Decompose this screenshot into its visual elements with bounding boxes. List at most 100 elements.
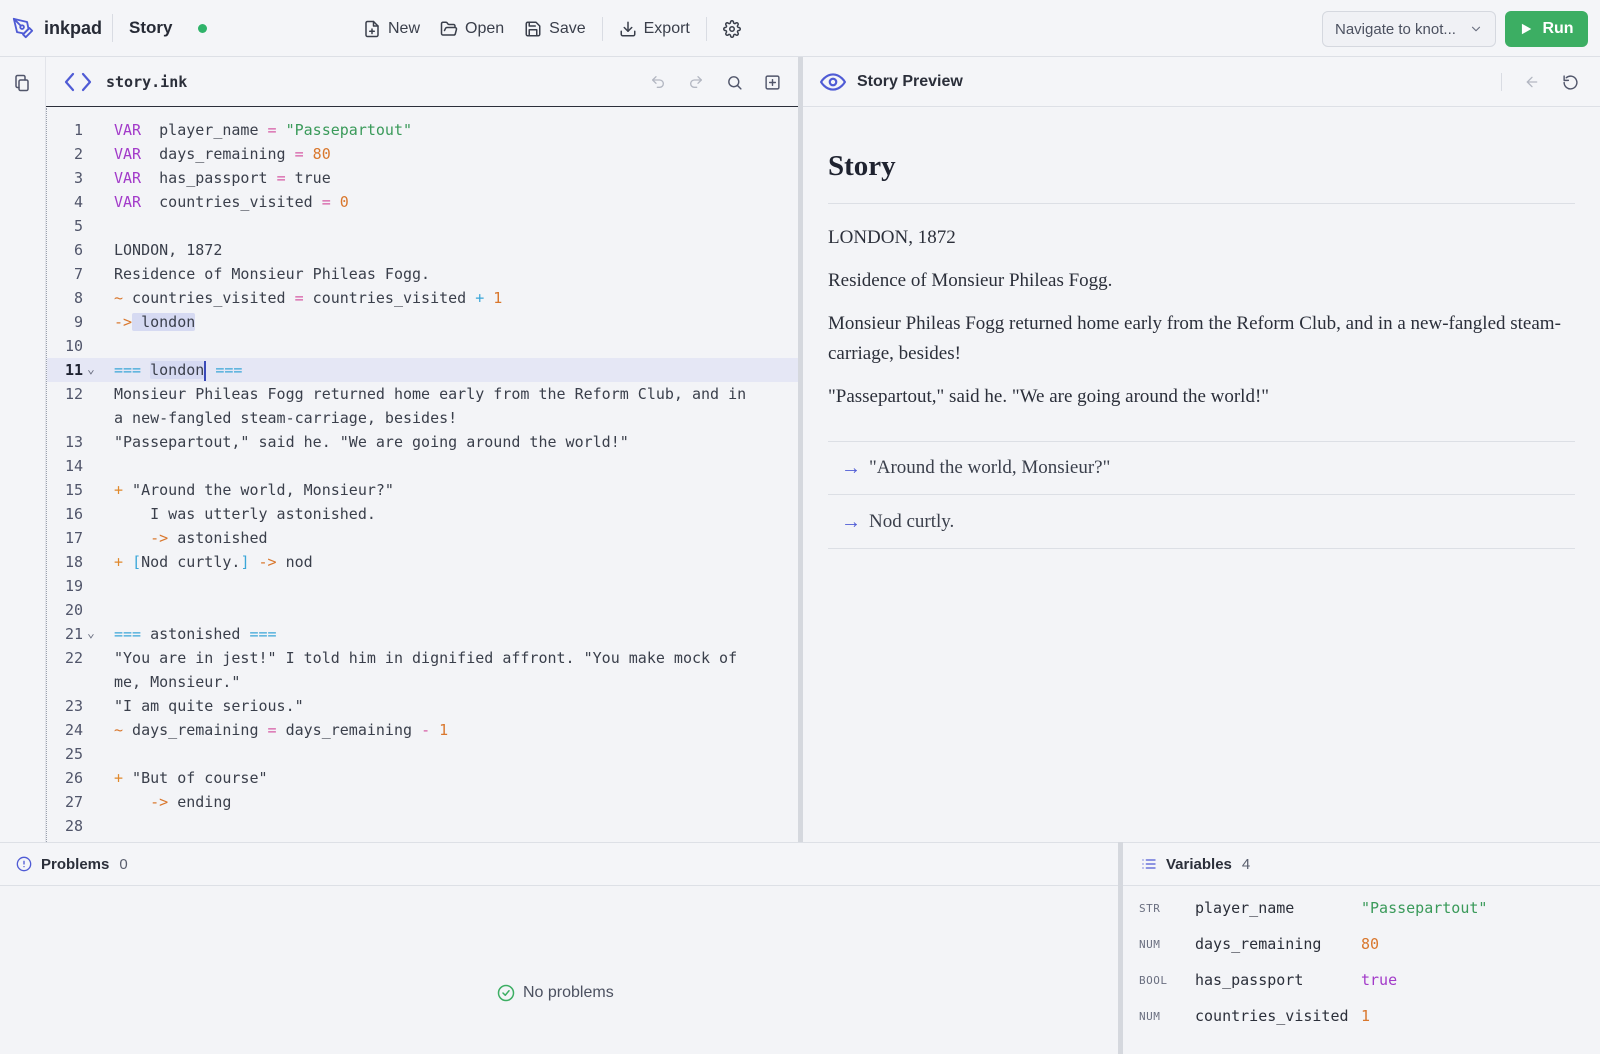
code-line[interactable]: 15 + "Around the world, Monsieur?" <box>47 478 798 502</box>
code-token: + <box>114 481 124 499</box>
code-line[interactable]: 10 <box>47 334 798 358</box>
code-token: VAR <box>114 145 142 163</box>
code-line[interactable]: 9 -> london <box>47 310 798 334</box>
insert-button[interactable] <box>756 66 788 98</box>
code-token: === <box>215 361 243 379</box>
code-line[interactable]: 26 + "But of course" <box>47 766 798 790</box>
code-line[interactable]: 8 ~ countries_visited = countries_visited… <box>47 286 798 310</box>
open-button[interactable]: Open <box>430 11 514 47</box>
code-line[interactable]: 12 Monsieur Phileas Fogg returned home ea… <box>47 382 798 406</box>
file-name: story.ink <box>106 72 188 91</box>
story-choice[interactable]: → "Around the world, Monsieur?" <box>828 442 1575 495</box>
story-choice[interactable]: → Nod curtly. <box>828 496 1575 549</box>
files-icon[interactable] <box>13 74 31 92</box>
redo-button[interactable] <box>680 66 712 98</box>
undo-button[interactable] <box>642 66 674 98</box>
code-text: VAR has_passport = true <box>114 166 331 190</box>
code-line[interactable]: 4 VAR countries_visited = 0 <box>47 190 798 214</box>
line-number: 24 <box>64 721 83 739</box>
code-line[interactable]: 22 "You are in jest!" I told him in digni… <box>47 646 798 670</box>
code-line[interactable]: 3 VAR has_passport = true <box>47 166 798 190</box>
code-token: === <box>114 625 142 643</box>
variable-row[interactable]: BOOL has_passport true <box>1139 968 1397 992</box>
code-line[interactable]: 14 <box>47 454 798 478</box>
code-line[interactable]: 20 <box>47 598 798 622</box>
code-line[interactable]: 21 ⌄ === astonished === <box>47 622 798 646</box>
code-text: === london === <box>114 358 242 382</box>
code-line[interactable]: 1 VAR player_name = "Passepartout" <box>47 118 798 142</box>
line-number: 2 <box>73 145 83 163</box>
variable-row[interactable]: NUM countries_visited 1 <box>1139 1004 1370 1028</box>
code-line[interactable]: 7 Residence of Monsieur Phileas Fogg. <box>47 262 798 286</box>
fold-chevron-icon[interactable]: ⌄ <box>87 358 95 382</box>
story-name[interactable]: Story <box>129 18 172 38</box>
code-token: london <box>150 361 205 379</box>
code-text: VAR countries_visited = 0 <box>114 190 349 214</box>
code-line[interactable]: 19 <box>47 574 798 598</box>
line-number: 8 <box>73 289 83 307</box>
code-text: -> ending <box>114 790 231 814</box>
story-preview: Story LONDON, 1872 Residence of Monsieur… <box>803 108 1600 842</box>
line-number: 17 <box>64 529 83 547</box>
code-line[interactable]: 24 ~ days_remaining = days_remaining - 1 <box>47 718 798 742</box>
preview-actions <box>1501 57 1586 107</box>
choice-label: "Around the world, Monsieur?" <box>869 457 1111 478</box>
code-line[interactable]: 2 VAR days_remaining = 80 <box>47 142 798 166</box>
navigate-to-knot-select[interactable]: Navigate to knot... <box>1322 11 1496 47</box>
variable-value: "Passepartout" <box>1361 899 1488 917</box>
line-number: 22 <box>64 649 83 667</box>
settings-button[interactable] <box>713 11 751 47</box>
new-button[interactable]: New <box>353 11 430 47</box>
code-line[interactable]: 17 -> astonished <box>47 526 798 550</box>
variable-row[interactable]: NUM days_remaining 80 <box>1139 932 1379 956</box>
story-paragraph: "Passepartout," said he. "We are going a… <box>828 386 1270 407</box>
restart-button[interactable] <box>1554 66 1586 98</box>
save-button[interactable]: Save <box>514 11 595 47</box>
code-token: 80 <box>303 145 331 163</box>
export-button[interactable]: Export <box>609 11 700 47</box>
variables-title: Variables <box>1166 855 1232 873</box>
no-problems-message: No problems <box>497 984 614 1002</box>
code-line[interactable]: me, Monsieur." <box>47 670 798 694</box>
variable-type: NUM <box>1139 1009 1161 1023</box>
variable-name: player_name <box>1195 899 1295 917</box>
code-line[interactable]: a new-fangled steam-carriage, besides! <box>47 406 798 430</box>
problems-header[interactable]: Problems 0 <box>0 842 1118 886</box>
search-button[interactable] <box>718 66 750 98</box>
line-number: 28 <box>64 817 83 835</box>
code-token: ~ <box>114 721 124 739</box>
run-button[interactable]: Run <box>1505 11 1588 47</box>
code-line[interactable]: 5 <box>47 214 798 238</box>
code-token: days_remaining <box>123 721 268 739</box>
code-editor[interactable]: 1 VAR player_name = "Passepartout" 2 VAR da… <box>46 108 798 842</box>
code-token: days_remaining <box>276 721 422 739</box>
variable-value: true <box>1361 971 1398 989</box>
code-token: astonished <box>141 625 250 643</box>
preview-divider <box>1501 73 1502 91</box>
back-button[interactable] <box>1516 66 1548 98</box>
story-paragraph: Residence of Monsieur Phileas Fogg. <box>828 270 1113 291</box>
title-divider <box>828 203 1575 204</box>
code-line[interactable]: 28 <box>47 814 798 838</box>
variables-header[interactable]: Variables 4 <box>1123 842 1600 886</box>
code-line[interactable]: 16 I was utterly astonished. <box>47 502 798 526</box>
code-token: true <box>285 169 331 187</box>
code-line[interactable]: 13 "Passepartout," said he. "We are going… <box>47 430 798 454</box>
line-number: 11 <box>64 361 83 379</box>
chevron-down-icon <box>1469 22 1483 36</box>
code-line[interactable]: 23 "I am quite serious." <box>47 694 798 718</box>
line-number: 19 <box>64 577 83 595</box>
code-token: Monsieur Phileas Fogg returned home earl… <box>114 385 747 403</box>
code-line[interactable]: 27 -> ending <box>47 790 798 814</box>
code-line[interactable]: 25 <box>47 742 798 766</box>
fold-chevron-icon[interactable]: ⌄ <box>87 622 95 646</box>
variable-row[interactable]: STR player_name "Passepartout" <box>1139 896 1487 920</box>
code-token: astonished <box>168 529 268 547</box>
code-line[interactable]: 6 LONDON, 1872 <box>47 238 798 262</box>
code-line[interactable]: 18 + [Nod curtly.] -> nod <box>47 550 798 574</box>
app-name: inkpad <box>44 17 103 38</box>
code-line[interactable]: 11 ⌄ === london === <box>47 358 798 382</box>
preview-header: Story Preview <box>803 57 1600 107</box>
code-token: -> <box>114 313 133 331</box>
